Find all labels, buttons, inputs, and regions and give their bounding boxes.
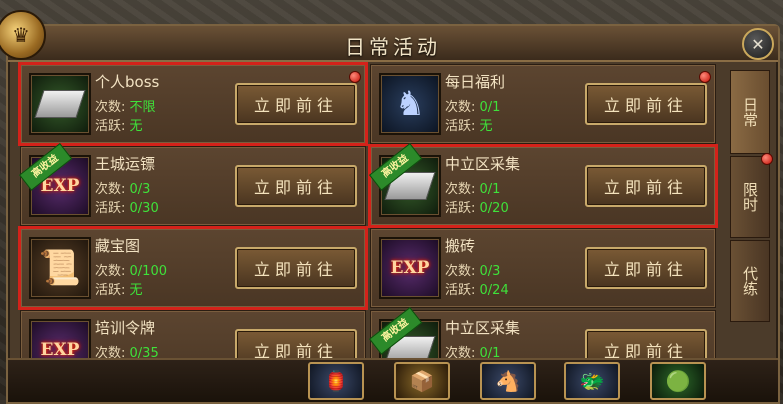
silver-ingot-icon	[29, 73, 91, 135]
activity-stat: 活跃: 0/30	[95, 201, 159, 216]
card-name: 每日福利	[445, 73, 506, 91]
title-bar: 日常活动 ✕	[8, 26, 778, 62]
close-icon: ✕	[751, 34, 765, 54]
count-stat: 次数: 0/1	[445, 100, 501, 115]
count-stat: 次数: 0/3	[445, 264, 501, 279]
notification-dot	[761, 153, 773, 165]
tab-boosting[interactable]: 代练	[730, 240, 770, 322]
treasure-map-icon: 📜	[29, 237, 91, 299]
jade-orb-icon[interactable]: 🟢	[650, 362, 706, 400]
count-stat: 次数: 0/100	[95, 264, 167, 279]
activity-stat: 活跃: 无	[95, 283, 143, 298]
window-title: 日常活动	[345, 35, 441, 59]
tab-label: 日常	[741, 97, 759, 127]
activity-card-escort: EXP 高收益 王城运镖 次数: 0/3 活跃: 0/30 立即前往	[19, 142, 366, 226]
exp-icon: EXP	[379, 237, 441, 299]
activity-card-personal-boss: 个人boss 次数: 不限 活跃: 无 立即前往	[18, 62, 368, 146]
tab-daily[interactable]: 日常	[730, 70, 770, 154]
notification-dot	[349, 71, 361, 83]
go-now-button[interactable]: 立即前往	[585, 247, 707, 289]
close-button[interactable]: ✕	[742, 28, 774, 60]
daily-activity-window: 日常活动 ✕ 个人boss 次数: 不限 活跃: 无 立即前往 ♞ 每日福利 次…	[6, 24, 780, 404]
bottom-toolbar: 🏮 📦 🐴 🐲 🟢	[8, 358, 778, 402]
activity-stat: 活跃: 无	[95, 119, 143, 134]
beast-mount-icon: ♞	[379, 73, 441, 135]
card-name: 搬砖	[445, 237, 476, 255]
card-name: 中立区采集	[445, 155, 521, 173]
activity-stat: 活跃: 无	[445, 119, 493, 134]
card-name: 个人boss	[95, 73, 160, 91]
scroll-item-icon[interactable]: 🏮	[308, 362, 364, 400]
activity-card-neutral-gather: 高收益 中立区采集 次数: 0/1 活跃: 0/20 立即前往	[368, 142, 718, 228]
count-stat: 次数: 不限	[95, 100, 156, 115]
go-now-button[interactable]: 立即前往	[235, 83, 357, 125]
card-name: 藏宝图	[95, 237, 141, 255]
activity-stat: 活跃: 0/24	[445, 283, 509, 298]
beast-icon[interactable]: 🐲	[564, 362, 620, 400]
go-now-button[interactable]: 立即前往	[235, 165, 357, 207]
go-now-button[interactable]: 立即前往	[235, 247, 357, 289]
mount-icon[interactable]: 🐴	[480, 362, 536, 400]
count-stat: 次数: 0/1	[445, 182, 501, 197]
activity-card-treasure-map: 📜 藏宝图 次数: 0/100 活跃: 无 立即前往	[18, 226, 368, 310]
card-name: 王城运镖	[95, 155, 156, 173]
activity-stat: 活跃: 0/20	[445, 201, 509, 216]
go-now-button[interactable]: 立即前往	[585, 165, 707, 207]
card-name: 培训令牌	[95, 319, 156, 337]
count-stat: 次数: 0/3	[95, 182, 151, 197]
treasure-chest-icon[interactable]: 📦	[394, 362, 450, 400]
activity-card-daily-welfare: ♞ 每日福利 次数: 0/1 活跃: 无 立即前往	[370, 64, 716, 144]
tab-label: 代练	[741, 266, 759, 296]
tab-limited[interactable]: 限时	[730, 153, 773, 238]
activity-card-brick-moving: EXP 搬砖 次数: 0/3 活跃: 0/24 立即前往	[370, 228, 716, 308]
go-now-button[interactable]: 立即前往	[585, 83, 707, 125]
tab-label: 限时	[741, 182, 759, 212]
notification-dot	[699, 71, 711, 83]
card-name: 中立区采集	[445, 319, 521, 337]
